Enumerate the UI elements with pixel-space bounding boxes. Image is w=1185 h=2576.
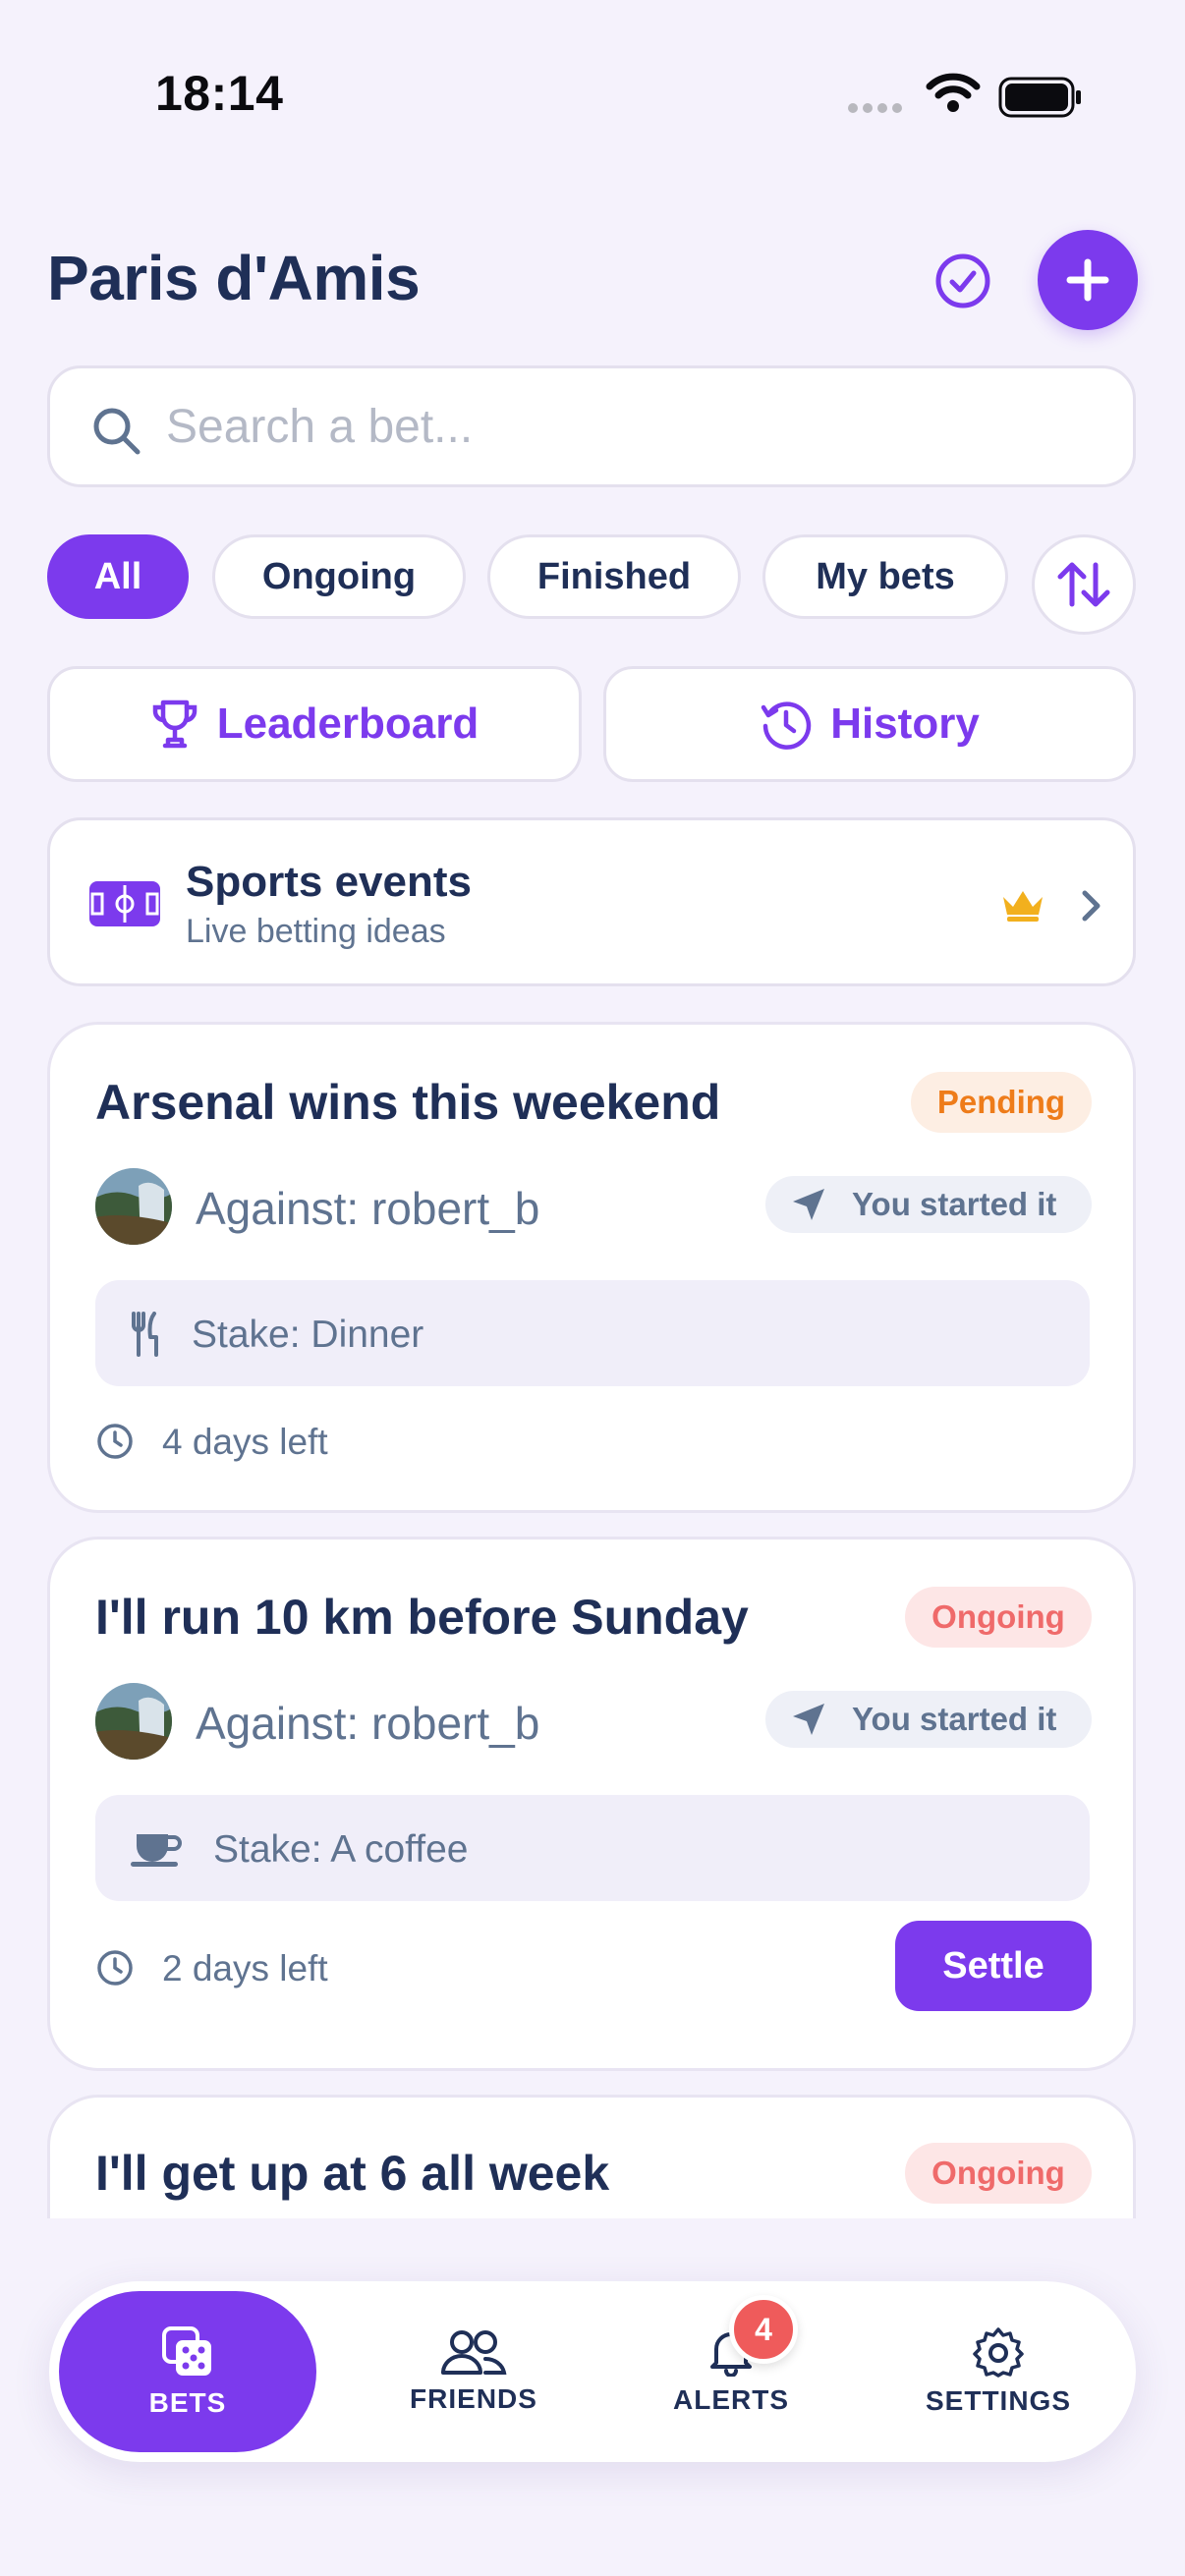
- stadium-icon: [89, 881, 160, 926]
- bet-title: Arsenal wins this weekend: [95, 1075, 721, 1130]
- bet-title: I'll run 10 km before Sunday: [95, 1590, 749, 1645]
- signal-dots-icon: [848, 103, 902, 113]
- stake-label: Stake: Dinner: [192, 1314, 424, 1356]
- filter-chip-all[interactable]: All: [47, 534, 189, 619]
- send-icon: [793, 1189, 824, 1220]
- tab-friends-label: FRIENDS: [410, 2383, 537, 2414]
- timer-icon: [97, 1424, 133, 1459]
- avatar: [95, 1168, 172, 1245]
- dice-icon: [162, 2326, 211, 2376]
- coffee-cup-icon: [131, 1834, 182, 1867]
- sort-arrows-icon: [1057, 562, 1110, 607]
- filter-chip-finished[interactable]: Finished: [487, 534, 741, 619]
- started-label: You started it: [852, 1701, 1057, 1737]
- stake-box: Stake: A coffee: [95, 1795, 1090, 1901]
- page-title: Paris d'Amis: [47, 243, 421, 313]
- tab-alerts[interactable]: ALERTS: [633, 2281, 829, 2462]
- tab-alerts-label: ALERTS: [673, 2384, 789, 2415]
- send-icon: [793, 1704, 824, 1735]
- bet-title: I'll get up at 6 all week: [95, 2146, 610, 2201]
- alerts-count-badge: 4: [729, 2295, 798, 2364]
- history-button[interactable]: History: [603, 666, 1136, 782]
- sort-button[interactable]: [1032, 534, 1136, 635]
- check-circle-icon[interactable]: [933, 252, 992, 310]
- avatar: [95, 1683, 172, 1760]
- gear-icon: [973, 2327, 1024, 2378]
- tab-settings-label: SETTINGS: [925, 2385, 1071, 2416]
- settle-button[interactable]: Settle: [895, 1921, 1092, 2011]
- stake-label: Stake: A coffee: [213, 1828, 469, 1871]
- plus-icon: [1066, 258, 1109, 302]
- bet-card[interactable]: I'll run 10 km before Sunday Ongoing Aga…: [47, 1537, 1136, 2071]
- started-by-you-badge: You started it: [765, 1176, 1092, 1233]
- filter-chip-ongoing[interactable]: Ongoing: [212, 534, 466, 619]
- search-bar[interactable]: [47, 365, 1136, 487]
- friends-icon: [441, 2330, 507, 2375]
- tab-bets[interactable]: BETS: [59, 2291, 316, 2452]
- timer-icon: [97, 1950, 133, 1986]
- filter-chip-my-bets[interactable]: My bets: [762, 534, 1008, 619]
- time-left: 2 days left: [162, 1948, 328, 1988]
- status-time: 18:14: [155, 66, 284, 121]
- chevron-right-icon: [1082, 890, 1100, 922]
- started-label: You started it: [852, 1186, 1057, 1222]
- crown-icon: [1003, 891, 1043, 922]
- tab-settings[interactable]: SETTINGS: [890, 2281, 1106, 2462]
- opponent-label: Against: robert_b: [196, 1698, 540, 1749]
- add-bet-button[interactable]: [1038, 230, 1138, 330]
- history-clock-icon: [761, 701, 812, 750]
- tab-friends[interactable]: FRIENDS: [366, 2281, 582, 2462]
- fork-knife-icon: [132, 1312, 158, 1357]
- history-label: History: [830, 700, 980, 748]
- leaderboard-label: Leaderboard: [216, 700, 480, 748]
- tab-bets-label: BETS: [148, 2387, 227, 2418]
- sports-events-card[interactable]: Sports events Live betting ideas: [47, 817, 1136, 986]
- search-icon: [93, 408, 141, 455]
- status-badge: Ongoing: [905, 2143, 1092, 2204]
- bet-card[interactable]: Arsenal wins this weekend Pending Agains…: [47, 1022, 1136, 1513]
- trophy-icon: [152, 700, 197, 749]
- battery-icon: [998, 77, 1081, 118]
- time-left: 4 days left: [162, 1422, 328, 1462]
- status-badge: Pending: [911, 1072, 1092, 1133]
- stake-box: Stake: Dinner: [95, 1280, 1090, 1386]
- search-input[interactable]: [166, 392, 1090, 461]
- wifi-icon: [926, 73, 981, 112]
- bottom-tab-bar: BETS FRIENDS ALERTS SETTINGS: [49, 2281, 1136, 2462]
- opponent-label: Against: robert_b: [196, 1183, 540, 1234]
- sports-events-title: Sports events: [186, 858, 472, 906]
- status-badge: Ongoing: [905, 1587, 1092, 1648]
- leaderboard-button[interactable]: Leaderboard: [47, 666, 582, 782]
- sports-events-subtitle: Live betting ideas: [186, 913, 446, 950]
- started-by-you-badge: You started it: [765, 1691, 1092, 1748]
